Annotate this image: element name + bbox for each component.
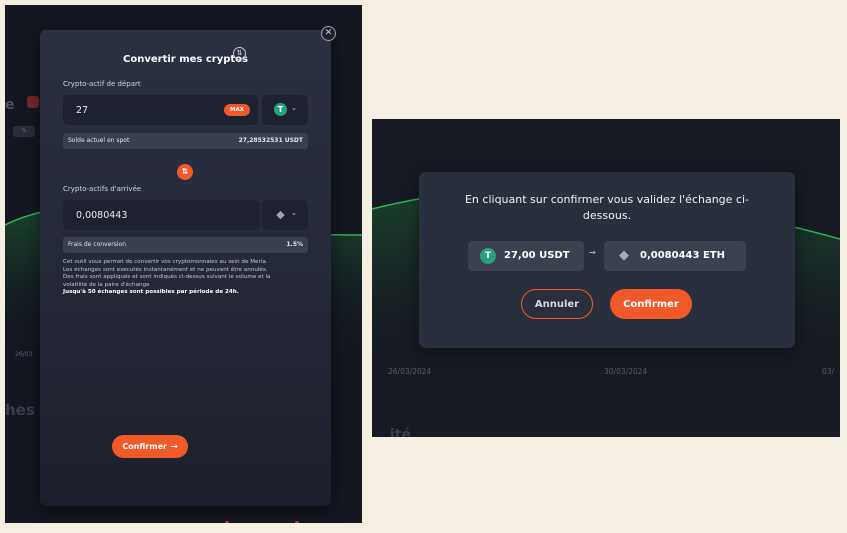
background-fragment-letter: e: [5, 97, 15, 113]
background-dot: [295, 521, 299, 523]
background-dot: [225, 521, 229, 523]
from-coin-select[interactable]: T ⌄: [262, 95, 308, 125]
description-limit: Jusqu'à 50 échanges sont possibles par p…: [63, 289, 239, 296]
arrow-right-icon: →: [589, 248, 596, 257]
modal-header: Convertir mes cryptos: [40, 47, 331, 66]
arrow-right-icon: →: [170, 442, 178, 451]
description-line: Des frais sont appliqués et sont indiqué…: [63, 274, 271, 281]
to-amount-input[interactable]: [63, 200, 260, 230]
background-red-badge: [27, 96, 39, 108]
to-label: Crypto-actifs d'arrivée: [63, 185, 142, 193]
background-heading-fragment: ité: [390, 427, 411, 437]
fee-bar: Frais de conversion 1.5%: [63, 237, 308, 253]
balance-bar: Solde actuel en spot 27,28532531 USDT: [63, 133, 308, 149]
confirm-button[interactable]: Confirmer: [610, 289, 692, 319]
modal-title: Convertir mes cryptos: [123, 54, 248, 65]
ethereum-icon: ◆: [619, 248, 629, 263]
swap-vertical-icon[interactable]: ⇅: [233, 47, 246, 60]
description-text: Cet outil vous permet de convertir vos c…: [63, 259, 308, 297]
tether-icon: T: [480, 248, 496, 264]
close-icon[interactable]: ✕: [321, 26, 336, 41]
max-button[interactable]: MAX: [224, 104, 250, 116]
from-label: Crypto-actif de départ: [63, 80, 141, 88]
description-line: Cet outil vous permet de convertir vos c…: [63, 259, 268, 265]
background-date-tick: 26/03/2024: [388, 367, 432, 376]
ethereum-icon: ◆: [276, 208, 285, 221]
fee-label: Frais de conversion: [68, 241, 127, 248]
chevron-down-icon: ⌄: [291, 104, 297, 112]
background-date-tick: 26/03: [15, 351, 33, 358]
to-coin-select[interactable]: ◆ ⌄: [262, 200, 308, 230]
confirm-label: Confirmer: [122, 442, 167, 451]
swap-direction-button[interactable]: ⇅: [177, 164, 193, 180]
confirmation-dialog: En cliquant sur confirmer vous validez l…: [419, 172, 795, 348]
dialog-message: En cliquant sur confirmer vous validez l…: [464, 193, 749, 222]
tether-icon: T: [274, 103, 287, 116]
background-chip: %: [13, 126, 35, 137]
chevron-down-icon: ⌄: [291, 209, 297, 217]
from-amount-value: 27,00 USDT: [504, 250, 570, 261]
fee-value: 1.5%: [286, 241, 303, 248]
background-date-tick: 03/: [822, 367, 835, 376]
convert-modal: Convertir mes cryptos ⇅ Crypto-actif de …: [40, 30, 331, 506]
right-screenshot: 26/03/2024 30/03/2024 03/ ité En cliquan…: [372, 119, 840, 437]
background-date-tick: 30/03/2024: [604, 367, 648, 376]
cancel-button[interactable]: Annuler: [521, 289, 593, 319]
to-amount-value: 0,0080443 ETH: [640, 250, 725, 261]
confirm-button[interactable]: Confirmer →: [112, 435, 188, 458]
to-amount-pill: ◆ 0,0080443 ETH: [604, 241, 746, 271]
left-screenshot: e % 26/03 hes a Convertir mes cryptos ⇅ …: [5, 5, 362, 523]
balance-value: 27,28532531 USDT: [238, 137, 303, 144]
balance-label: Solde actuel en spot: [68, 137, 130, 144]
from-amount-pill: T 27,00 USDT: [468, 241, 584, 271]
